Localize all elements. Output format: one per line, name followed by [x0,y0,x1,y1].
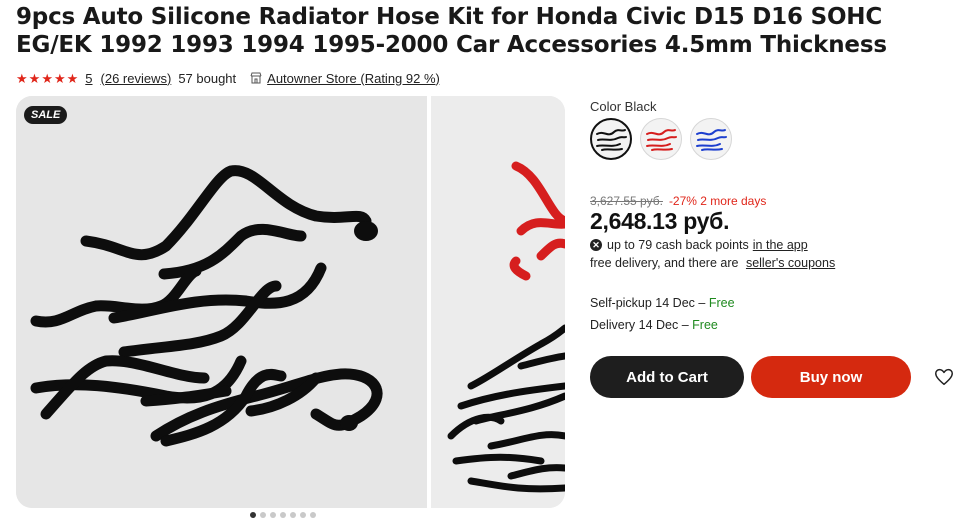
reviews-link[interactable]: (26 reviews) [101,71,172,86]
bought-count: 57 bought [178,70,237,86]
old-price: 3,627.55 руб. [590,194,663,208]
secondary-product-image[interactable] [431,96,565,508]
main-product-image[interactable] [16,96,427,508]
self-pickup-info: Self-pickup 14 Dec – Free [590,296,735,310]
delivery-free: Free [692,318,718,332]
carousel-dot[interactable] [290,512,296,518]
color-swatch-blue[interactable] [690,118,732,160]
free-delivery-info: free delivery, and there are seller's co… [590,256,835,270]
product-gallery[interactable] [16,96,565,508]
discount-badge: -27% 2 more days [668,194,767,208]
star-icon: ★ [16,70,28,86]
carousel-dot[interactable] [300,512,306,518]
hose-red-thumbnail [646,129,677,151]
delivery-info: Delivery 14 Dec – Free [590,318,718,332]
sale-badge: SALE [24,106,68,124]
store-icon [250,72,262,84]
buy-now-button[interactable]: Buy now [751,356,911,398]
store-link[interactable]: Autowner Store (Rating 92 %) [267,71,440,86]
cashback-app-link[interactable]: in the app [753,238,808,252]
cashback-text: up to 79 cash back points [607,238,749,252]
pickup-free: Free [708,296,735,310]
carousel-dots[interactable] [250,512,316,518]
carousel-dot[interactable] [270,512,276,518]
color-swatch-black[interactable] [590,118,632,160]
price-discount-row: 3,627.55 руб. -27% 2 more days [590,194,766,208]
hose-kit-black-image [30,165,383,447]
rating-value[interactable]: 5 [85,71,92,86]
add-to-cart-button[interactable]: Add to Cart [590,356,744,398]
carousel-dot[interactable] [280,512,286,518]
delivery-text: Delivery 14 Dec – [590,318,689,332]
rating-stars: ★ ★ ★ ★ ★ [16,72,78,85]
free-delivery-text: free delivery, and there are [590,256,739,270]
hose-black-thumbnail [596,129,627,151]
cashback-info: ✕ up to 79 cash back points in the app [590,238,808,252]
hose-kit-mixed-image [447,161,565,493]
star-icon: ★ [53,70,66,86]
pickup-text: Self-pickup 14 Dec – [590,296,706,310]
seller-coupons-link[interactable]: seller's coupons [746,256,835,270]
star-icon: ★ [41,70,53,86]
carousel-dot[interactable] [250,512,256,518]
product-meta: ★ ★ ★ ★ ★ 5 (26 reviews) 57 bought Autow… [16,69,440,87]
hose-blue-thumbnail [696,129,727,151]
cashback-coin-icon: ✕ [590,239,602,251]
star-icon: ★ [28,70,41,86]
current-price: 2,648.13 руб. [590,208,730,234]
heart-icon[interactable] [933,366,955,388]
color-swatches [590,118,732,160]
star-icon: ★ [66,70,79,86]
color-label: Color Black [590,99,657,114]
color-swatch-red[interactable] [640,118,682,160]
product-title: 9pcs Auto Silicone Radiator Hose Kit for… [16,4,887,58]
carousel-dot[interactable] [310,512,316,518]
carousel-dot[interactable] [260,512,266,518]
